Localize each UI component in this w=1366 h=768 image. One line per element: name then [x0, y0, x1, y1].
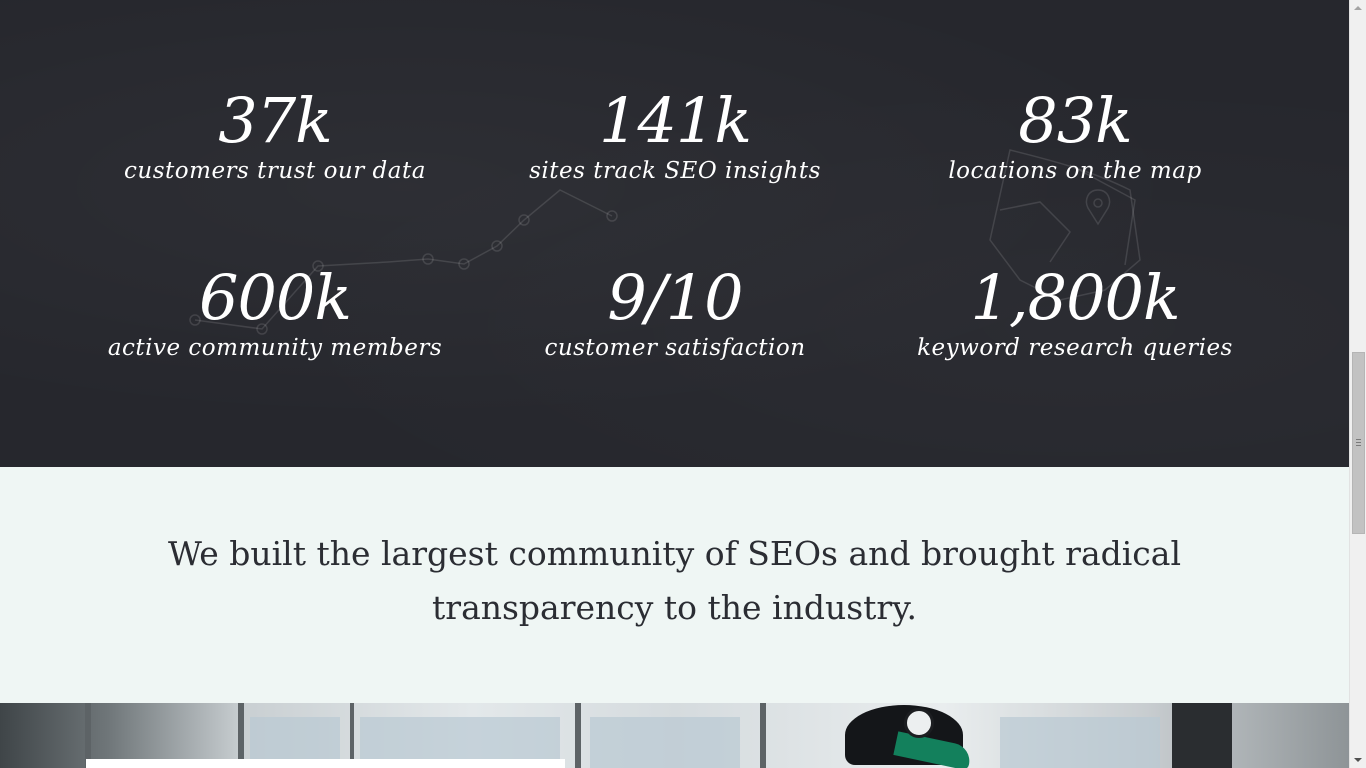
chalk-doodle-graph — [189, 149, 1141, 335]
stat-locations: 83k locations on the map — [875, 86, 1275, 186]
scroll-down-button[interactable] — [1350, 751, 1366, 768]
stat-sites: 141k sites track SEO insights — [475, 86, 875, 186]
stats-section: 37k customers trust our data 141k sites … — [0, 0, 1349, 467]
photo-caption-card — [86, 759, 565, 768]
stat-keyword-queries: 1,800k keyword research queries — [875, 263, 1275, 363]
stat-label: active community members — [107, 335, 443, 361]
team-photo — [0, 703, 1349, 768]
chevron-down-icon — [1354, 758, 1362, 762]
stat-satisfaction: 9/10 customer satisfaction — [475, 263, 875, 363]
stat-value: 1,800k — [970, 261, 1180, 334]
grip-icon — [1356, 439, 1361, 446]
stat-label: sites track SEO insights — [529, 158, 821, 184]
cap-logo-icon — [904, 708, 934, 738]
stat-label: locations on the map — [948, 158, 1202, 184]
stat-value: 9/10 — [607, 261, 743, 334]
stat-customers: 37k customers trust our data — [75, 86, 475, 186]
vertical-scrollbar[interactable] — [1349, 0, 1366, 768]
stat-label: customer satisfaction — [544, 335, 806, 361]
stat-value: 141k — [599, 84, 752, 157]
scroll-up-button[interactable] — [1350, 0, 1366, 17]
stat-community: 600k active community members — [75, 263, 475, 363]
stat-label: customers trust our data — [124, 158, 426, 184]
page: 37k customers trust our data 141k sites … — [0, 0, 1349, 768]
stat-label: keyword research queries — [917, 335, 1233, 361]
stat-value: 600k — [199, 261, 352, 334]
stat-value: 37k — [218, 84, 332, 157]
stat-value: 83k — [1018, 84, 1132, 157]
chevron-up-icon — [1354, 6, 1362, 10]
mission-section: We built the largest community of SEOs a… — [0, 467, 1349, 703]
mission-statement: We built the largest community of SEOs a… — [167, 534, 1182, 627]
scrollbar-thumb[interactable] — [1352, 352, 1365, 534]
